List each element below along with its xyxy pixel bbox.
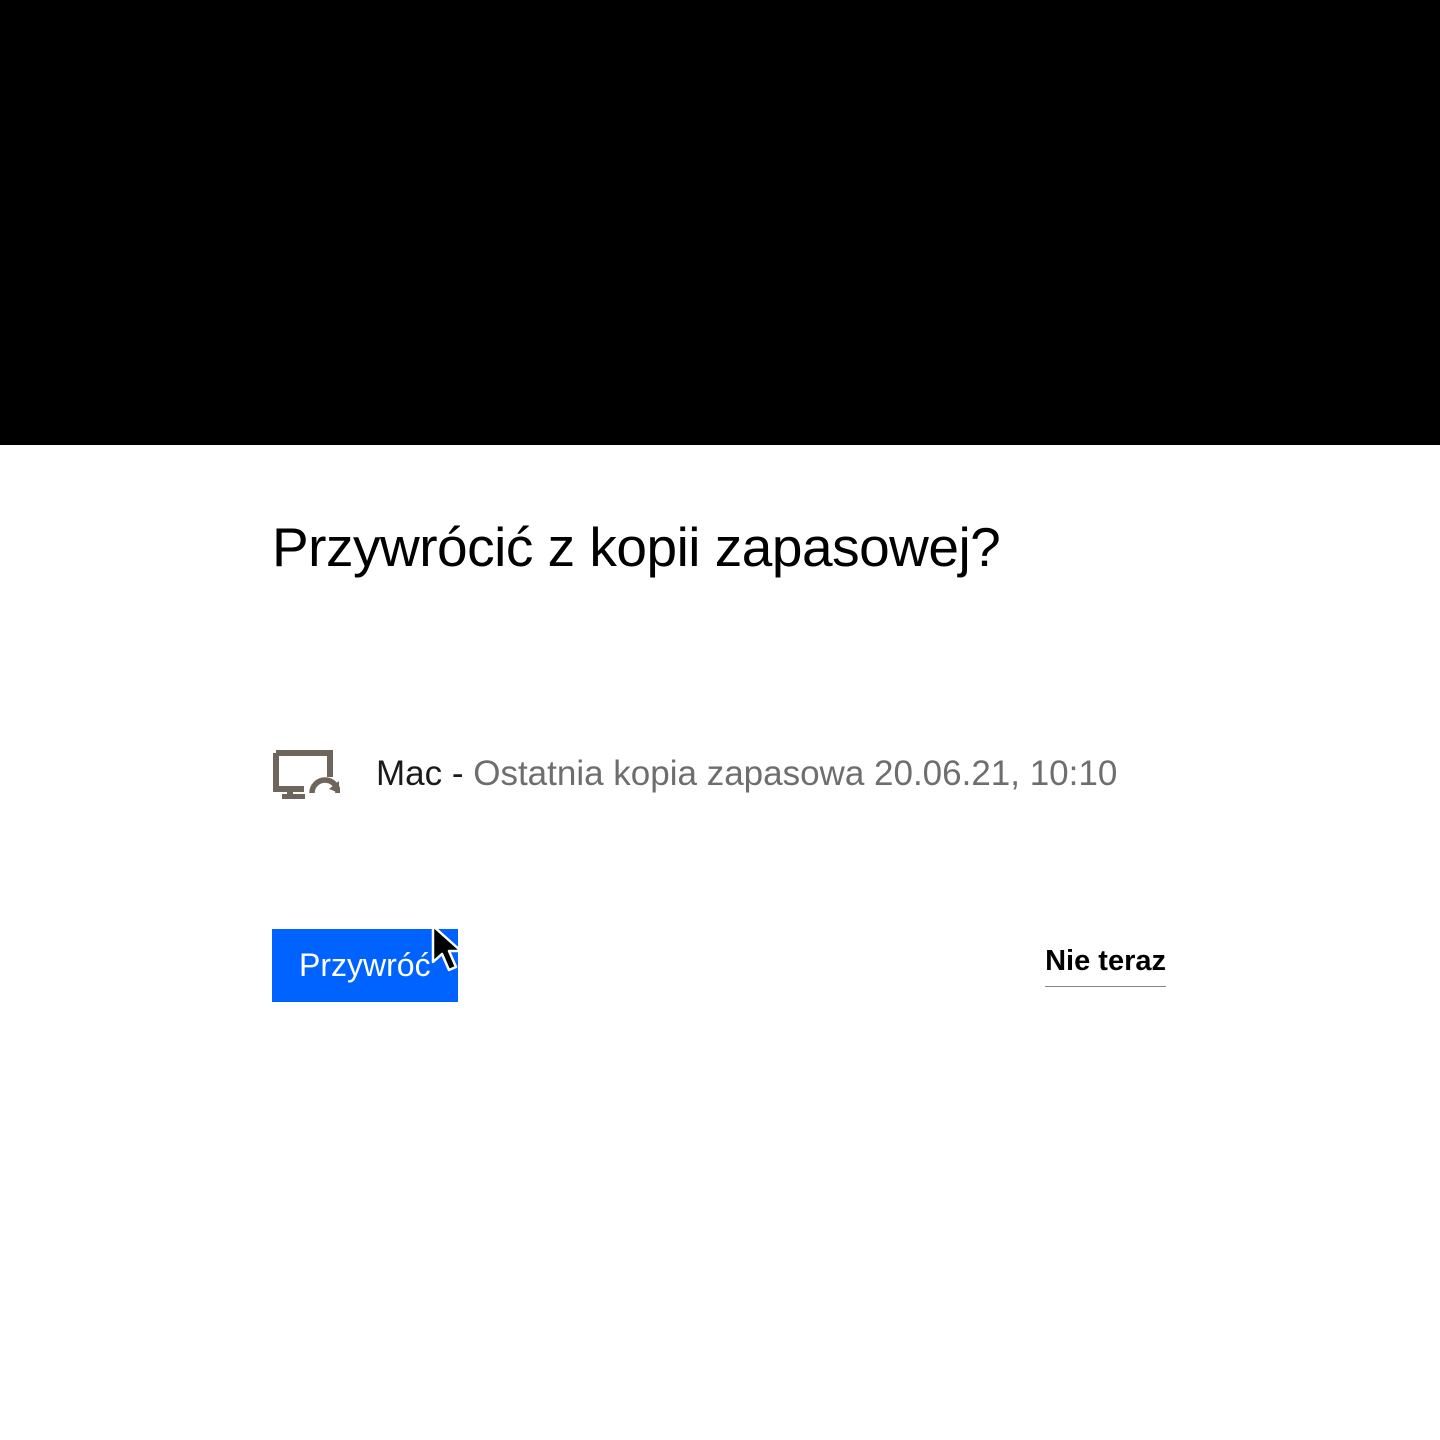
dialog-content: Przywrócić z kopii zapasowej? Mac - Osta…: [0, 515, 1440, 1002]
monitor-restore-icon: [272, 749, 340, 799]
backup-detail: Ostatnia kopia zapasowa 20.06.21, 10:10: [473, 754, 1117, 793]
backup-row: Mac - Ostatnia kopia zapasowa 20.06.21, …: [272, 749, 1168, 799]
backup-description: Mac - Ostatnia kopia zapasowa 20.06.21, …: [376, 754, 1117, 794]
backup-separator: -: [442, 754, 473, 793]
not-now-button[interactable]: Nie teraz: [1045, 945, 1166, 987]
dialog-title: Przywrócić z kopii zapasowej?: [272, 515, 1168, 579]
button-row: Przywróć Nie teraz: [272, 929, 1166, 1002]
top-banner: [0, 0, 1440, 445]
backup-device-name: Mac: [376, 754, 442, 793]
restore-button[interactable]: Przywróć: [272, 929, 458, 1002]
